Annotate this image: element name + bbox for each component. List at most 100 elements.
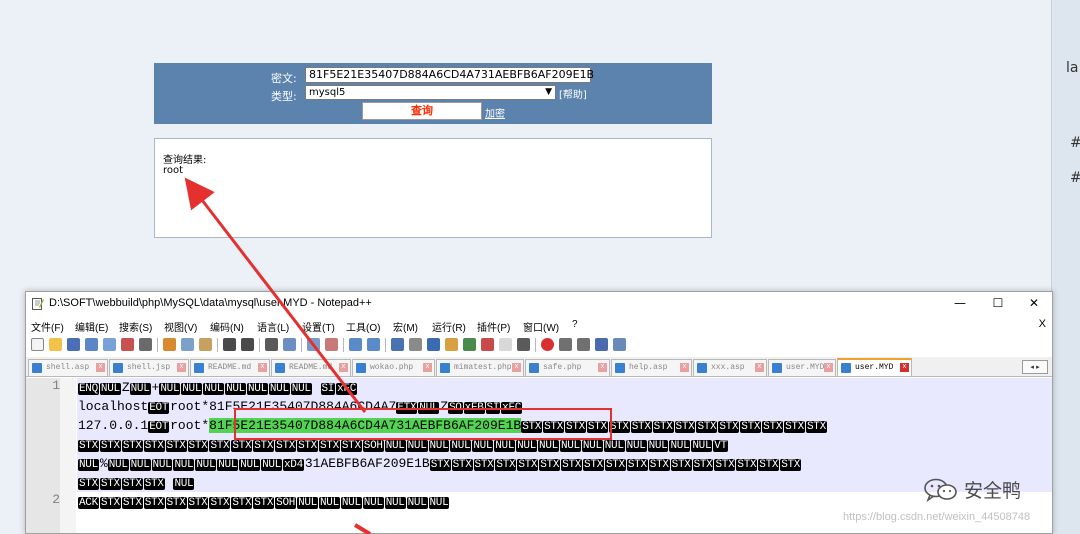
record-macro-icon[interactable] bbox=[541, 338, 554, 351]
menu-help[interactable]: ? bbox=[572, 319, 578, 330]
control-char-token: STX bbox=[318, 440, 340, 452]
menu-view[interactable]: 视图(V) bbox=[164, 319, 197, 334]
control-char-token: NUL bbox=[559, 440, 581, 452]
query-button[interactable]: 查询 bbox=[362, 102, 482, 120]
menu-language[interactable]: 语言(L) bbox=[257, 319, 289, 334]
tab-mimatest-php[interactable]: mimatest.php x bbox=[436, 359, 524, 376]
close-all-icon[interactable] bbox=[121, 338, 134, 351]
control-char-token: NUL bbox=[129, 383, 151, 395]
menu-plugins[interactable]: 插件(P) bbox=[477, 319, 510, 334]
save-icon[interactable] bbox=[67, 338, 80, 351]
help-link[interactable]: [帮助] bbox=[559, 86, 587, 101]
save-all-icon[interactable] bbox=[85, 338, 98, 351]
tab-readme-md[interactable]: README.md x bbox=[190, 359, 270, 376]
redo-icon[interactable] bbox=[241, 338, 254, 351]
run-macro-multiple-icon[interactable] bbox=[595, 338, 608, 351]
tab-close-icon[interactable]: x bbox=[339, 363, 348, 372]
type-select-value: mysql5 bbox=[309, 87, 346, 98]
save-macro-icon[interactable] bbox=[613, 338, 626, 351]
doc-map-icon[interactable] bbox=[463, 338, 476, 351]
tab-close-icon[interactable]: x bbox=[900, 363, 909, 372]
tab-close-icon[interactable]: x bbox=[824, 363, 833, 372]
copy-icon[interactable] bbox=[181, 338, 194, 351]
show-all-chars-icon[interactable] bbox=[409, 338, 422, 351]
close-document-icon[interactable]: X bbox=[1039, 318, 1046, 330]
menu-encoding[interactable]: 编码(N) bbox=[210, 319, 244, 334]
close-file-icon[interactable] bbox=[103, 338, 116, 351]
replace-icon[interactable] bbox=[283, 338, 296, 351]
control-char-token: STX bbox=[275, 440, 297, 452]
tab-readme-md[interactable]: README.md x bbox=[271, 359, 351, 376]
control-char-token: NUL bbox=[516, 440, 538, 452]
control-char-token: STX bbox=[78, 440, 99, 452]
control-char-token: NUL bbox=[151, 459, 173, 471]
tab-help-asp[interactable]: help.asp x bbox=[611, 359, 692, 376]
tab-wokao-php[interactable]: wokao.php x bbox=[352, 359, 435, 376]
menu-window[interactable]: 窗口(W) bbox=[523, 319, 559, 334]
control-char-token: STX bbox=[121, 440, 143, 452]
control-char-token: NUL bbox=[203, 383, 225, 395]
indent-guide-icon[interactable] bbox=[427, 338, 440, 351]
cipher-input[interactable]: 81F5E21E35407D884A6CD4A731AEBFB6AF209E1B bbox=[305, 67, 594, 83]
tab-user-myd-active[interactable]: user.MYD x bbox=[837, 358, 912, 376]
play-macro-icon[interactable] bbox=[577, 338, 590, 351]
word-wrap-icon[interactable] bbox=[391, 338, 404, 351]
tab-close-icon[interactable]: x bbox=[96, 363, 105, 372]
encrypt-link[interactable]: 加密 bbox=[485, 105, 505, 120]
close-button[interactable]: ✕ bbox=[1020, 294, 1048, 312]
udl-icon[interactable] bbox=[445, 338, 458, 351]
tab-scroll-buttons[interactable]: ◂ ▸ bbox=[1022, 360, 1048, 374]
type-select[interactable]: mysql5 ▼ bbox=[305, 85, 556, 100]
result-label: 查询结果: bbox=[163, 155, 207, 166]
tab-safe-php[interactable]: safe.php x bbox=[525, 359, 610, 376]
tab-shell-jsp[interactable]: shell.jsp x bbox=[109, 359, 189, 376]
menu-file[interactable]: 文件(F) bbox=[31, 319, 64, 334]
tab-xxx-asp[interactable]: xxx.asp x bbox=[693, 359, 767, 376]
control-char-token: EOT bbox=[148, 402, 170, 414]
stop-macro-icon[interactable] bbox=[559, 338, 572, 351]
tab-close-icon[interactable]: x bbox=[598, 363, 607, 372]
menu-settings[interactable]: 设置(T) bbox=[302, 319, 335, 334]
sync-scroll-v-icon[interactable] bbox=[349, 338, 362, 351]
toolbar-separator bbox=[157, 338, 158, 352]
control-char-token: NUL bbox=[538, 440, 559, 452]
menu-macro[interactable]: 宏(M) bbox=[393, 319, 418, 334]
paste-icon[interactable] bbox=[199, 338, 212, 351]
control-char-token: NUL bbox=[239, 459, 261, 471]
tab-bar: shell.asp x shell.jsp x README.md x README.… bbox=[26, 357, 1052, 377]
tab-close-icon[interactable]: x bbox=[423, 363, 432, 372]
tab-close-icon[interactable]: x bbox=[680, 363, 689, 372]
control-char-token: STX bbox=[451, 459, 473, 471]
text-token: Z bbox=[121, 380, 130, 395]
function-list-icon[interactable] bbox=[481, 338, 494, 351]
maximize-button[interactable]: ☐ bbox=[984, 294, 1012, 312]
sync-scroll-h-icon[interactable] bbox=[367, 338, 380, 351]
zoom-in-icon[interactable] bbox=[307, 338, 320, 351]
menu-search[interactable]: 搜索(S) bbox=[119, 319, 152, 334]
monitoring-icon[interactable] bbox=[517, 338, 530, 351]
folder-workspace-icon[interactable] bbox=[499, 338, 512, 351]
print-icon[interactable] bbox=[139, 338, 152, 351]
cut-icon[interactable] bbox=[163, 338, 176, 351]
menu-run[interactable]: 运行(R) bbox=[432, 319, 466, 334]
tab-user-myd[interactable]: user.MYD x bbox=[768, 359, 836, 376]
new-file-icon[interactable] bbox=[31, 338, 44, 351]
file-icon bbox=[32, 363, 42, 373]
tab-close-icon[interactable]: x bbox=[177, 363, 186, 372]
tab-close-icon[interactable]: x bbox=[755, 363, 764, 372]
open-file-icon[interactable] bbox=[49, 338, 62, 351]
zoom-out-icon[interactable] bbox=[325, 338, 338, 351]
tab-close-icon[interactable]: x bbox=[258, 363, 267, 372]
control-char-token: STX bbox=[187, 497, 209, 509]
control-char-token: STX bbox=[736, 459, 758, 471]
title-bar[interactable]: D:\SOFT\webbuild\php\MySQL\data\mysql\us… bbox=[26, 292, 1052, 315]
menu-edit[interactable]: 编辑(E) bbox=[75, 319, 108, 334]
menu-tools[interactable]: 工具(O) bbox=[346, 319, 380, 334]
undo-icon[interactable] bbox=[223, 338, 236, 351]
tab-shell-asp[interactable]: shell.asp x bbox=[28, 359, 108, 376]
control-char-token: NUL bbox=[290, 383, 312, 395]
minimize-button[interactable]: — bbox=[946, 294, 974, 312]
tab-close-icon[interactable]: x bbox=[512, 363, 521, 372]
find-icon[interactable] bbox=[265, 338, 278, 351]
